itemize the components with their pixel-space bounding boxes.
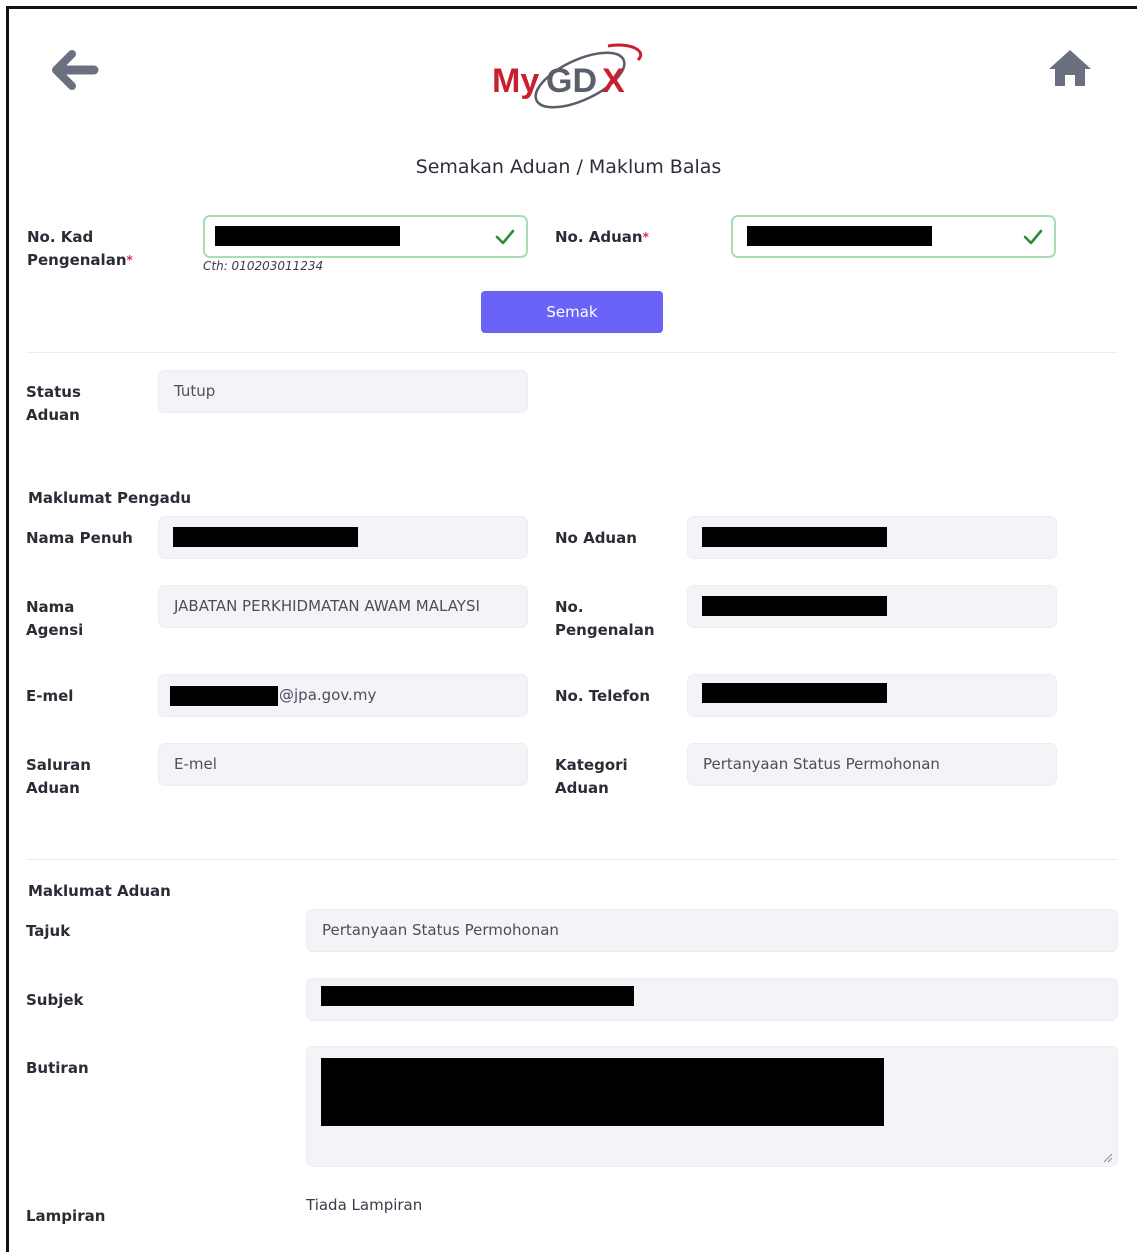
redacted-value <box>173 527 358 547</box>
title-field: Pertanyaan Status Permohonan <box>306 909 1118 952</box>
channel-label: Saluran Aduan <box>26 756 91 797</box>
subject-label: Subjek <box>26 991 84 1009</box>
redacted-value <box>215 226 400 246</box>
details-label: Butiran <box>26 1059 89 1077</box>
agency-field: JABATAN PERKHIDMATAN AWAM MALAYSI <box>158 585 528 628</box>
required-mark: * <box>642 230 649 244</box>
divider <box>27 352 1117 353</box>
category-label: Kategori Aduan <box>555 756 628 797</box>
redacted-value <box>170 686 278 706</box>
svg-text:My: My <box>492 62 539 100</box>
status-field: Tutup <box>158 370 528 413</box>
title-label: Tajuk <box>26 922 71 940</box>
category-field: Pertanyaan Status Permohonan <box>687 743 1057 786</box>
ic-field <box>687 585 1057 628</box>
ic-number-label: No. Kad Pengenalan* <box>27 226 167 272</box>
check-icon <box>1023 229 1043 245</box>
ic-number-input[interactable] <box>203 215 528 258</box>
email-label: E-mel <box>26 687 74 705</box>
email-field: @jpa.gov.my <box>158 674 528 717</box>
channel-field: E-mel <box>158 743 528 786</box>
redacted-value <box>321 986 634 1006</box>
semak-button[interactable]: Semak <box>481 291 663 333</box>
agency-label: Nama Agensi <box>26 598 84 639</box>
complaint-no-label: No Aduan <box>555 529 637 547</box>
ic-number-hint: Cth: 010203011234 <box>203 259 324 273</box>
required-mark: * <box>126 253 133 267</box>
arrow-left-icon[interactable] <box>50 48 100 92</box>
home-icon[interactable] <box>1045 46 1095 90</box>
details-textarea <box>306 1046 1118 1167</box>
redacted-value <box>702 683 887 703</box>
phone-field <box>687 674 1057 717</box>
svg-text:GD: GD <box>546 62 597 100</box>
redacted-value <box>747 226 932 246</box>
subject-field <box>306 978 1118 1021</box>
full-name-field <box>158 516 528 559</box>
redacted-value <box>702 596 887 616</box>
mygdx-logo: My GD X <box>492 43 642 109</box>
attachment-value: Tiada Lampiran <box>306 1196 423 1214</box>
check-icon <box>495 229 515 245</box>
full-name-label: Nama Penuh <box>26 529 133 547</box>
complainant-section-heading: Maklumat Pengadu <box>28 489 192 507</box>
redacted-value <box>702 527 887 547</box>
resize-handle-icon[interactable] <box>1103 1153 1113 1163</box>
divider <box>27 859 1117 860</box>
attachment-label: Lampiran <box>26 1207 106 1225</box>
complaint-number-label-text: No. Aduan <box>555 228 643 246</box>
status-label: Status Aduan <box>26 383 81 424</box>
svg-text:X: X <box>602 62 625 100</box>
complaint-number-input[interactable] <box>731 215 1056 258</box>
page-title: Semakan Aduan / Maklum Balas <box>415 156 722 178</box>
email-suffix: @jpa.gov.my <box>279 686 377 704</box>
redacted-value <box>321 1058 884 1126</box>
ic-number-label-text: No. Kad Pengenalan <box>27 228 127 269</box>
complaint-section-heading: Maklumat Aduan <box>28 882 171 900</box>
phone-label: No. Telefon <box>555 687 651 705</box>
ic-label: No. Pengenalan <box>555 598 655 639</box>
complaint-number-label: No. Aduan* <box>555 226 649 249</box>
complaint-no-field <box>687 516 1057 559</box>
